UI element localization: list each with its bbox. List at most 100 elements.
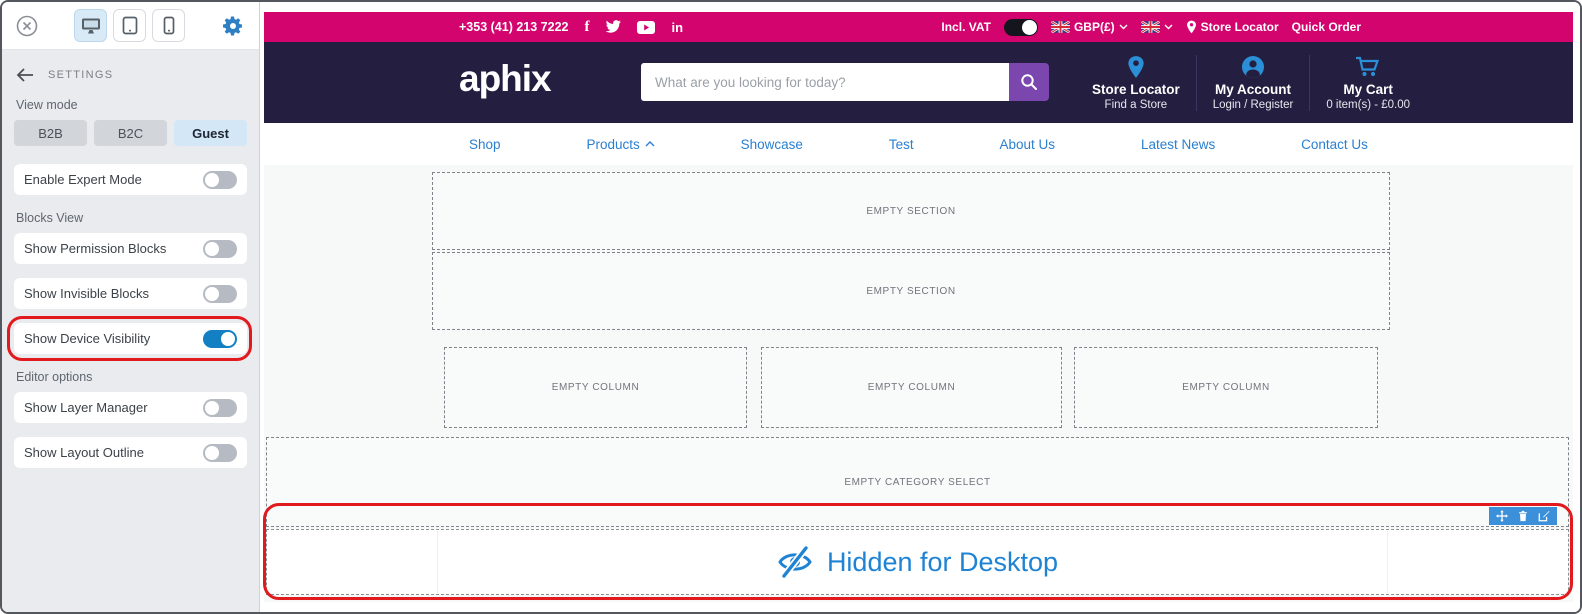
layer-manager-toggle[interactable] — [203, 399, 237, 417]
move-icon[interactable] — [1496, 510, 1508, 522]
my-cart-subtitle: 0 item(s) - £0.00 — [1326, 99, 1410, 111]
site-nav: Shop Products Showcase Test About Us Lat… — [264, 123, 1573, 165]
nav-item-contact-us[interactable]: Contact Us — [1301, 137, 1368, 152]
my-account-title: My Account — [1213, 82, 1294, 97]
empty-column-block[interactable]: EMPTY COLUMN — [1074, 347, 1378, 428]
sidebar-toolbar — [2, 2, 259, 50]
invisible-blocks-label: Show Invisible Blocks — [24, 286, 149, 301]
map-pin-icon — [1186, 20, 1197, 34]
view-mode-guest-button[interactable]: Guest — [174, 120, 247, 146]
my-cart-title: My Cart — [1326, 82, 1410, 97]
empty-section-block[interactable]: EMPTY SECTION — [432, 172, 1390, 250]
vat-toggle[interactable] — [1004, 19, 1038, 36]
empty-column-block[interactable]: EMPTY COLUMN — [761, 347, 1062, 428]
view-mode-b2c-button[interactable]: B2C — [94, 120, 167, 146]
store-locator-subtitle: Find a Store — [1092, 99, 1180, 111]
back-arrow-icon[interactable] — [16, 68, 34, 82]
youtube-icon[interactable] — [637, 21, 655, 34]
nav-item-about-us[interactable]: About Us — [1000, 137, 1056, 152]
expert-mode-toggle[interactable] — [203, 171, 237, 189]
view-mode-switcher: B2B B2C Guest — [14, 120, 247, 146]
settings-header: SETTINGS — [16, 68, 245, 82]
aphix-logo[interactable]: aphix — [459, 58, 551, 100]
permission-blocks-label: Show Permission Blocks — [24, 241, 166, 256]
page-builder-content: EMPTY SECTION EMPTY SECTION EMPTY COLUMN… — [264, 165, 1573, 602]
view-mode-label: View mode — [16, 98, 245, 112]
header-action-blocks: Store Locator Find a Store My Account Lo… — [1076, 52, 1563, 114]
smartphone-icon — [163, 16, 175, 35]
gear-icon[interactable] — [221, 14, 245, 38]
my-cart-block[interactable]: My Cart 0 item(s) - £0.00 — [1310, 55, 1426, 111]
device-visibility-row: Show Device Visibility — [14, 323, 247, 354]
twitter-icon[interactable] — [605, 20, 621, 34]
cart-icon — [1326, 55, 1410, 79]
layout-outline-toggle[interactable] — [203, 444, 237, 462]
settings-sidebar: SETTINGS View mode B2B B2C Guest Enable … — [2, 2, 260, 612]
close-icon[interactable] — [16, 15, 38, 37]
topbar-utility-group: Incl. VAT GBP(£) Store — [941, 12, 1361, 42]
app-window: SETTINGS View mode B2B B2C Guest Enable … — [0, 0, 1582, 614]
edit-icon[interactable] — [1538, 510, 1550, 522]
search-icon — [1020, 73, 1038, 91]
layout-outline-row: Show Layout Outline — [14, 437, 247, 468]
incl-vat-label: Incl. VAT — [941, 20, 991, 34]
blocks-view-section-label: Blocks View — [16, 211, 245, 225]
nav-item-shop[interactable]: Shop — [469, 137, 501, 152]
nav-item-latest-news[interactable]: Latest News — [1141, 137, 1215, 152]
my-account-subtitle: Login / Register — [1213, 99, 1294, 111]
block-toolbar — [1489, 507, 1557, 525]
device-visibility-label: Show Device Visibility — [24, 331, 150, 346]
expert-mode-row: Enable Expert Mode — [14, 164, 247, 195]
layer-manager-label: Show Layer Manager — [24, 400, 148, 415]
monitor-icon — [81, 17, 101, 35]
site-preview-canvas: +353 (41) 213 7222 f in Incl. VAT GBP(£) — [261, 2, 1580, 612]
store-locator-title: Store Locator — [1092, 82, 1180, 97]
my-account-block[interactable]: My Account Login / Register — [1197, 55, 1310, 111]
permission-blocks-row: Show Permission Blocks — [14, 233, 247, 264]
facebook-icon[interactable]: f — [584, 19, 589, 36]
layout-outline-label: Show Layout Outline — [24, 445, 144, 460]
currency-selector[interactable]: GBP(£) — [1051, 20, 1128, 34]
store-locator-block[interactable]: Store Locator Find a Store — [1076, 55, 1196, 111]
quick-order-link[interactable]: Quick Order — [1292, 20, 1361, 34]
device-desktop-button[interactable] — [74, 9, 107, 42]
invisible-blocks-toggle[interactable] — [203, 285, 237, 303]
permission-blocks-toggle[interactable] — [203, 240, 237, 258]
settings-title: SETTINGS — [48, 69, 113, 81]
search-button[interactable] — [1009, 63, 1049, 101]
site-header: aphix Store Locator Find a Store — [264, 42, 1573, 123]
invisible-blocks-row: Show Invisible Blocks — [14, 278, 247, 309]
eye-slash-icon — [777, 546, 813, 578]
linkedin-icon[interactable]: in — [671, 20, 683, 35]
hidden-for-desktop-section: Hidden for Desktop — [264, 506, 1571, 598]
nav-item-products[interactable]: Products — [586, 137, 654, 152]
currency-label: GBP(£) — [1074, 20, 1115, 34]
tablet-icon — [122, 16, 138, 35]
site-topbar: +353 (41) 213 7222 f in Incl. VAT GBP(£) — [264, 12, 1573, 42]
map-pin-icon — [1092, 55, 1180, 79]
chevron-down-icon — [1119, 24, 1128, 30]
empty-section-block[interactable]: EMPTY SECTION — [432, 252, 1390, 330]
uk-flag-icon — [1051, 21, 1070, 33]
device-visibility-toggle[interactable] — [203, 330, 237, 348]
phone-number[interactable]: +353 (41) 213 7222 — [459, 20, 568, 34]
nav-item-test[interactable]: Test — [889, 137, 914, 152]
hidden-block-body[interactable]: Hidden for Desktop — [266, 529, 1569, 595]
editor-options-section-label: Editor options — [16, 370, 245, 384]
store-locator-link-label: Store Locator — [1201, 20, 1279, 34]
topbar-contact-group: +353 (41) 213 7222 f in — [459, 12, 683, 42]
uk-flag-icon — [1141, 21, 1160, 33]
empty-column-block[interactable]: EMPTY COLUMN — [444, 347, 747, 428]
quick-order-label: Quick Order — [1292, 20, 1361, 34]
trash-icon[interactable] — [1517, 510, 1529, 522]
topbar-store-locator-link[interactable]: Store Locator — [1186, 20, 1279, 34]
nav-item-showcase[interactable]: Showcase — [741, 137, 803, 152]
view-mode-b2b-button[interactable]: B2B — [14, 120, 87, 146]
search-bar — [641, 63, 1049, 101]
device-tablet-button[interactable] — [113, 9, 146, 42]
device-mobile-button[interactable] — [152, 9, 185, 42]
search-input[interactable] — [641, 63, 1009, 101]
language-selector[interactable] — [1141, 21, 1173, 33]
expert-mode-label: Enable Expert Mode — [24, 172, 142, 187]
chevron-up-icon — [645, 141, 655, 147]
